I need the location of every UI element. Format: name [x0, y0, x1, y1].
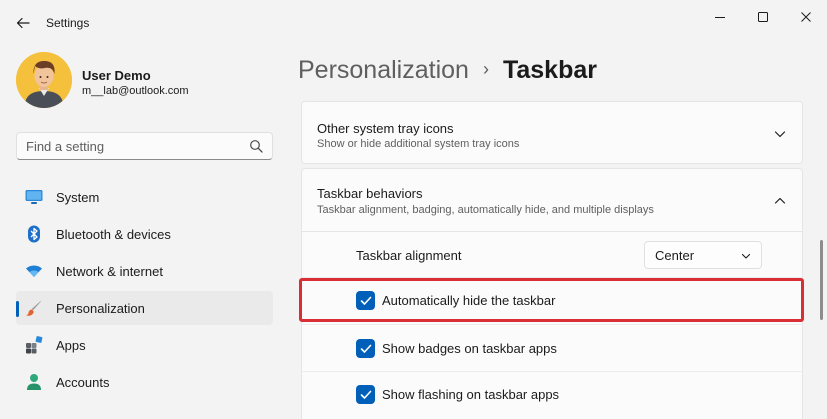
scrollbar[interactable] — [820, 240, 823, 320]
minimize-button[interactable] — [700, 6, 740, 28]
person-icon — [25, 373, 43, 391]
sidebar-item-apps[interactable]: Apps — [16, 328, 273, 362]
chevron-up-icon[interactable] — [774, 195, 786, 207]
brush-icon — [25, 299, 43, 317]
taskbar-alignment-label: Taskbar alignment — [356, 248, 462, 263]
breadcrumb: Personalization › Taskbar — [298, 56, 597, 85]
checkmark-icon — [360, 390, 371, 399]
tray-icons-card[interactable]: Other system tray icons Show or hide add… — [301, 101, 803, 164]
badges-row: Show badges on taskbar apps — [301, 325, 803, 372]
chevron-down-icon — [741, 253, 751, 259]
bluetooth-icon — [25, 225, 43, 243]
sidebar-item-label: Network & internet — [56, 264, 163, 279]
sidebar-item-label: Bluetooth & devices — [56, 227, 171, 242]
flashing-row: Show flashing on taskbar apps — [301, 372, 803, 419]
flashing-checkbox[interactable] — [356, 385, 375, 404]
sidebar-item-label: System — [56, 190, 100, 205]
maximize-icon — [758, 12, 768, 22]
wifi-icon — [25, 262, 43, 280]
apps-icon — [25, 336, 43, 354]
sidebar-item-label: Accounts — [56, 375, 110, 390]
back-button[interactable] — [12, 12, 34, 34]
monitor-icon — [25, 188, 43, 206]
app-title: Settings — [46, 16, 90, 30]
close-button[interactable] — [786, 6, 826, 28]
sidebar-nav: System Bluetooth & devices Network & int… — [16, 180, 273, 402]
close-icon — [801, 12, 811, 22]
badges-label: Show badges on taskbar apps — [382, 341, 557, 356]
sidebar-item-accounts[interactable]: Accounts — [16, 365, 273, 399]
flashing-label: Show flashing on taskbar apps — [382, 387, 560, 402]
search-input[interactable]: Find a setting — [16, 132, 273, 160]
badges-checkbox[interactable] — [356, 339, 375, 358]
title-bar: Settings — [0, 0, 827, 44]
sidebar-item-bluetooth[interactable]: Bluetooth & devices — [16, 217, 273, 251]
sidebar-item-system[interactable]: System — [16, 180, 273, 214]
checkmark-icon — [360, 344, 371, 353]
sidebar-item-label: Apps — [56, 338, 86, 353]
user-email: m__lab@outlook.com — [82, 85, 189, 97]
sidebar-item-network[interactable]: Network & internet — [16, 254, 273, 288]
settings-window: Settings User Demo m__lab@outlook.com Fi… — [0, 0, 827, 419]
taskbar-behaviors-card[interactable]: Taskbar behaviors Taskbar alignment, bad… — [301, 168, 803, 232]
highlight-box — [299, 278, 804, 322]
back-arrow-icon — [16, 17, 30, 29]
taskbar-alignment-select[interactable]: Center — [644, 241, 762, 269]
breadcrumb-separator: › — [482, 59, 489, 79]
card-title: Taskbar behaviors — [317, 186, 423, 201]
sidebar-item-label: Personalization — [56, 301, 145, 316]
taskbar-alignment-row: Taskbar alignment Center — [301, 232, 803, 278]
sidebar-item-personalization[interactable]: Personalization — [16, 291, 273, 325]
user-name: User Demo — [82, 68, 151, 83]
search-placeholder: Find a setting — [26, 139, 105, 154]
select-value: Center — [655, 248, 695, 263]
card-title: Other system tray icons — [317, 121, 454, 136]
breadcrumb-parent[interactable]: Personalization — [298, 56, 469, 84]
card-subtitle: Taskbar alignment, badging, automaticall… — [317, 204, 654, 216]
avatar — [16, 52, 72, 108]
maximize-button[interactable] — [743, 6, 783, 28]
minimize-icon — [715, 17, 725, 18]
card-subtitle: Show or hide additional system tray icon… — [317, 138, 520, 150]
page-title: Taskbar — [502, 56, 597, 84]
chevron-down-icon[interactable] — [774, 128, 786, 140]
search-icon — [250, 140, 263, 153]
